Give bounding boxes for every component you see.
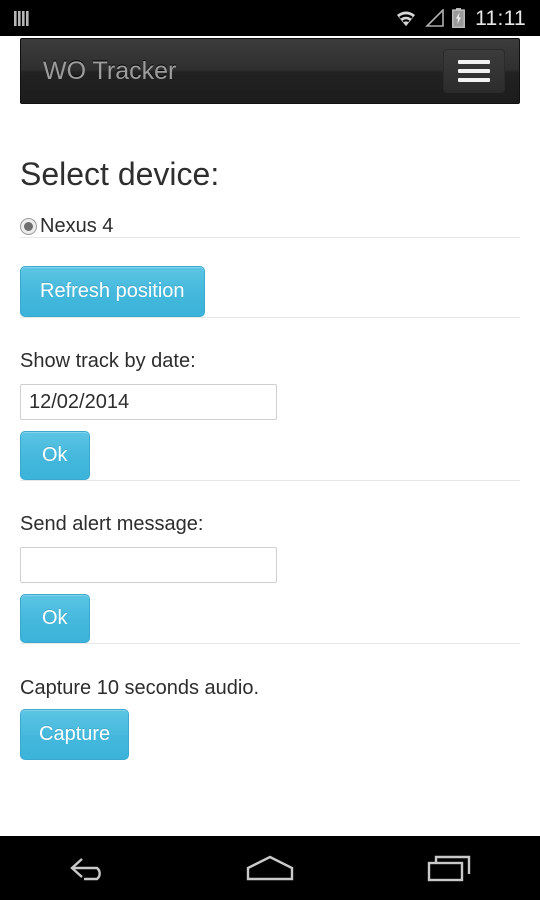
- app-title: WO Tracker: [43, 57, 177, 85]
- hamburger-menu-icon-bar2: [458, 69, 490, 73]
- hamburger-menu-button[interactable]: [443, 49, 505, 93]
- cell-signal-icon: [424, 9, 445, 27]
- phone-screen: 11:11 WO Tracker Select device: Nexus 4 …: [0, 0, 540, 900]
- recent-apps-button[interactable]: [390, 836, 510, 900]
- back-icon: [62, 852, 118, 884]
- app-header: WO Tracker: [20, 38, 520, 104]
- main-content: Select device: Nexus 4 Refresh position …: [0, 104, 540, 836]
- status-bar-right-icons: 11:11: [395, 8, 526, 29]
- device-radio-row[interactable]: Nexus 4: [20, 215, 520, 237]
- device-radio-label: Nexus 4: [40, 215, 114, 237]
- track-date-ok-button[interactable]: Ok: [20, 431, 90, 480]
- home-icon: [240, 852, 300, 884]
- wifi-icon: [395, 9, 417, 27]
- android-navigation-bar: [0, 836, 540, 900]
- battery-charging-icon: [452, 8, 465, 28]
- status-bar-left-icons: [12, 9, 31, 28]
- device-radio-nexus4[interactable]: [20, 217, 37, 235]
- section-divider-4: [20, 643, 520, 644]
- section-divider-2: [20, 317, 520, 318]
- capture-audio-label: Capture 10 seconds audio.: [20, 677, 260, 699]
- alert-message-label: Send alert message:: [20, 513, 204, 535]
- home-button[interactable]: [210, 836, 330, 900]
- section-divider-1: [20, 237, 520, 238]
- hamburger-menu-icon: [458, 60, 490, 64]
- sim-card-icon: [12, 9, 31, 28]
- alert-message-input[interactable]: [20, 547, 277, 583]
- section-divider-3: [20, 480, 520, 481]
- track-by-date-label: Show track by date:: [20, 350, 196, 372]
- recent-apps-icon: [423, 852, 477, 884]
- refresh-position-button[interactable]: Refresh position: [20, 266, 205, 317]
- alert-message-ok-button[interactable]: Ok: [20, 594, 90, 643]
- status-bar-clock: 11:11: [475, 6, 526, 30]
- android-status-bar: 11:11: [0, 0, 540, 36]
- hamburger-menu-icon-bar3: [458, 78, 490, 82]
- back-button[interactable]: [30, 836, 150, 900]
- page-title: Select device:: [20, 156, 220, 192]
- capture-audio-button[interactable]: Capture: [20, 709, 130, 760]
- track-date-input[interactable]: [20, 384, 277, 420]
